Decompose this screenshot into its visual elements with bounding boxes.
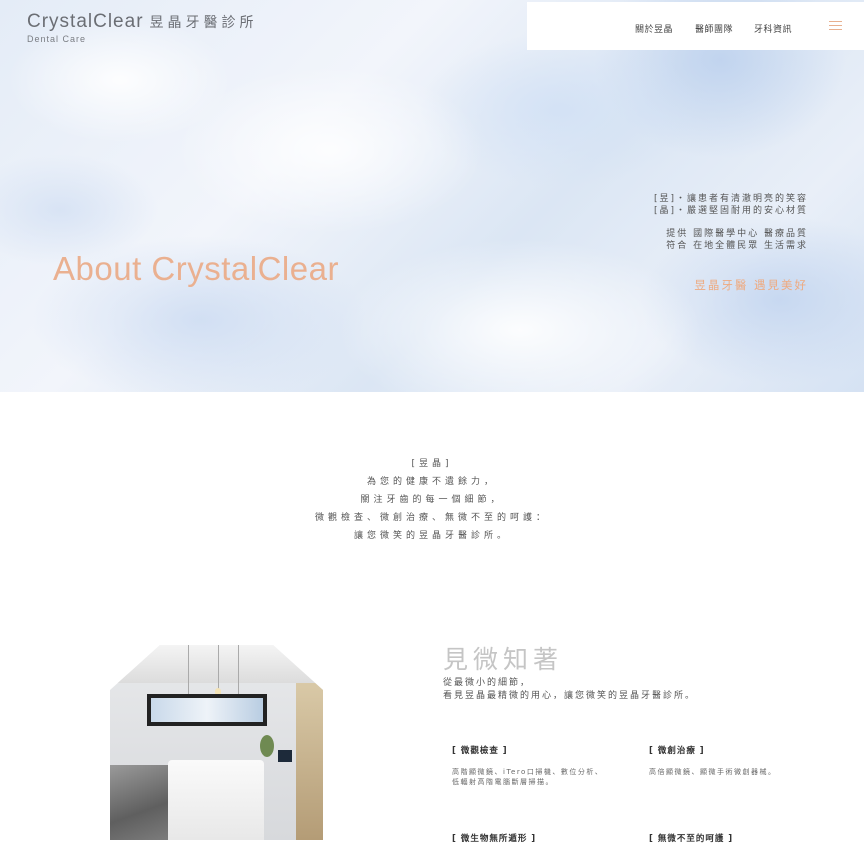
nav-item-about[interactable]: 關於昱晶 <box>635 22 673 35</box>
nav-item-doctors[interactable]: 醫師團隊 <box>695 22 733 35</box>
intro-line: 關注牙齒的每一個細節， <box>360 495 504 505</box>
card-text-line: 高倍顯微鏡、顯微手術微創器械。 <box>649 768 777 776</box>
feature-description: 從最微小的細節， 看見昱晶最精微的用心，讓您微笑的昱晶牙醫診所。 <box>443 677 696 703</box>
logo-wordmark: CrystalClear 昱晶牙醫診所 <box>27 11 258 33</box>
site-logo[interactable]: CrystalClear 昱晶牙醫診所 Dental Care <box>27 11 258 44</box>
card-text-line: 低輻射高階電腦斷層掃描。 <box>452 778 554 786</box>
card-text: 高倍顯微鏡、顯微手術微創器械。 <box>649 767 839 777</box>
feature-desc-line: 從最微小的細節， <box>443 678 532 688</box>
logo-name: CrystalClear <box>27 11 144 32</box>
hero-line: [晶]・嚴選堅固耐用的安心材質 <box>653 206 808 216</box>
card-text: 高階顯微鏡、iTero口掃機、數位分析、 低輻射高階電腦斷層掃描。 <box>452 767 642 787</box>
intro-line: 為您的健康不遺餘力， <box>366 477 497 487</box>
card-title: [ 無微不至的呵護 ] <box>649 834 734 844</box>
hero-banner: CrystalClear 昱晶牙醫診所 Dental Care 關於昱晶 醫師團隊… <box>0 0 864 392</box>
nav-item-dental-info[interactable]: 牙科資訊 <box>754 22 792 35</box>
hero-description: [昱]・讓患者有清澈明亮的笑容 [晶]・嚴選堅固耐用的安心材質 提供 國際醫學中… <box>654 193 808 252</box>
hero-line: 符合 在地全體民眾 生活需求 <box>666 241 808 251</box>
hero-line: 提供 國際醫學中心 醫療品質 <box>666 229 808 239</box>
logo-subtitle: Dental Care <box>27 34 87 44</box>
clinic-reception-photo <box>110 645 323 840</box>
intro-line: 讓您微笑的昱晶牙醫診所。 <box>353 531 510 541</box>
feature-card-minimally-invasive: [ 微創治療 ] 高倍顯微鏡、顯微手術微創器械。 <box>649 744 839 777</box>
feature-title: 見微知著 <box>443 645 564 674</box>
hero-slogan: 昱晶牙醫 遇見美好 <box>694 278 808 292</box>
top-nav: 關於昱晶 醫師團隊 牙科資訊 <box>527 2 864 50</box>
intro-text: [昱晶] 為您的健康不遺餘力， 關注牙齒的每一個細節， 微觀檢查、微創治療、無微… <box>0 455 864 545</box>
feature-card-microbes: [ 微生物無所遁形 ] <box>452 832 642 844</box>
card-text-line: 高階顯微鏡、iTero口掃機、數位分析、 <box>452 768 604 776</box>
logo-name-cn: 昱晶牙醫診所 <box>149 14 258 30</box>
card-title: [ 微生物無所遁形 ] <box>452 834 537 844</box>
intro-line: 微觀檢查、微創治療、無微不至的呵護： <box>314 513 549 523</box>
hero-title: About CrystalClear <box>53 250 339 287</box>
feature-card-micro-exam: [ 微觀檢查 ] 高階顯微鏡、iTero口掃機、數位分析、 低輻射高階電腦斷層掃… <box>452 744 642 787</box>
feature-desc-line: 看見昱晶最精微的用心，讓您微笑的昱晶牙醫診所。 <box>443 691 697 701</box>
card-title: [ 微創治療 ] <box>649 746 705 756</box>
hero-line: [昱]・讓患者有清澈明亮的笑容 <box>653 194 808 204</box>
intro-line: [昱晶] <box>411 459 453 469</box>
feature-card-care: [ 無微不至的呵護 ] <box>649 832 839 844</box>
card-title: [ 微觀檢查 ] <box>452 746 508 756</box>
hamburger-menu-icon[interactable] <box>829 21 842 31</box>
